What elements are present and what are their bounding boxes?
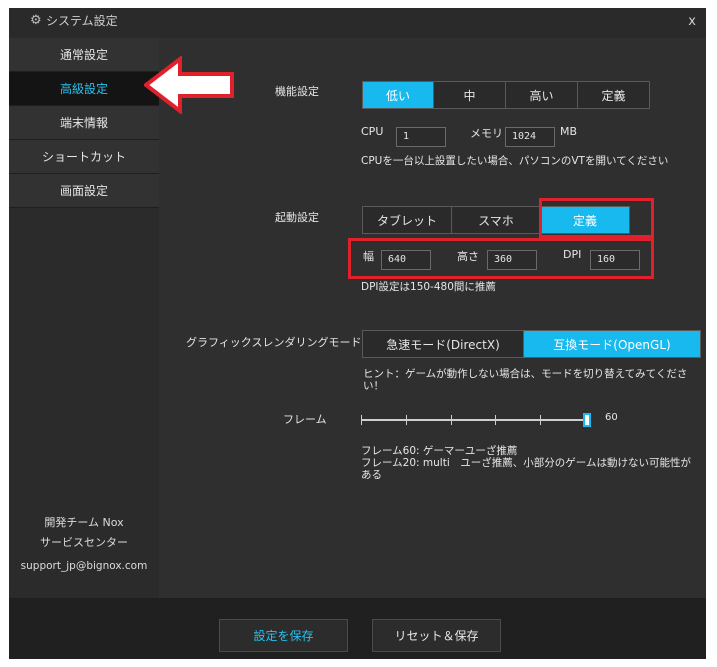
render-hint: ヒント：ゲームが動作しない場合は、モードを切り替えてみてください！ bbox=[363, 368, 688, 392]
sidebar-item-display[interactable]: 画面設定 bbox=[9, 174, 159, 208]
settings-window: ⚙ システム設定 x 通常設定 高級設定 端末情報 ショートカット 画面設定 開… bbox=[9, 8, 706, 659]
reset-save-button[interactable]: リセット＆保存 bbox=[372, 619, 501, 652]
sidebar-item-device-info[interactable]: 端末情報 bbox=[9, 106, 159, 140]
memory-input[interactable]: 1024 bbox=[505, 127, 555, 147]
team-name: 開発チーム Nox bbox=[44, 516, 124, 529]
memory-unit: MB bbox=[560, 125, 578, 138]
frame-tick bbox=[406, 415, 407, 425]
performance-label: 機能設定 bbox=[275, 85, 319, 98]
cpu-label: CPU bbox=[361, 125, 384, 138]
footer-bar: 設定を保存 リセット＆保存 bbox=[9, 598, 706, 659]
frame-tick bbox=[361, 415, 362, 425]
performance-segment: 低い 中 高い 定義 bbox=[362, 81, 650, 109]
sidebar-item-general[interactable]: 通常設定 bbox=[9, 38, 159, 72]
service-center: サービスセンター bbox=[40, 536, 128, 549]
render-segment: 急速モード(DirectX) 互換モード(OpenGL) bbox=[362, 330, 701, 358]
gear-icon: ⚙ bbox=[30, 13, 42, 28]
main-panel: 機能設定 低い 中 高い 定義 CPU 1 メモリ 1024 MB CPUを一台… bbox=[159, 38, 706, 598]
frame-slider-knob[interactable] bbox=[583, 413, 591, 427]
dpi-note: DPI設定は150-480間に推薦 bbox=[361, 281, 496, 293]
startup-option-tablet[interactable]: タブレット bbox=[363, 207, 452, 233]
window-title: システム設定 bbox=[46, 14, 118, 28]
highlight-custom-box bbox=[539, 198, 654, 238]
frame-tick bbox=[540, 415, 541, 425]
perf-option-low[interactable]: 低い bbox=[363, 82, 434, 108]
perf-option-custom[interactable]: 定義 bbox=[578, 82, 649, 108]
save-settings-button[interactable]: 設定を保存 bbox=[219, 619, 348, 652]
close-icon[interactable]: x bbox=[688, 14, 696, 29]
title-bar: ⚙ システム設定 x bbox=[9, 8, 706, 38]
frame-slider-track[interactable] bbox=[361, 419, 587, 421]
frame-value: 60 bbox=[605, 412, 618, 423]
perf-option-mid[interactable]: 中 bbox=[434, 82, 506, 108]
highlight-resolution-box bbox=[348, 238, 654, 279]
startup-label: 起動設定 bbox=[275, 211, 319, 224]
sidebar-item-advanced[interactable]: 高級設定 bbox=[9, 72, 159, 106]
startup-option-phone[interactable]: スマホ bbox=[452, 207, 541, 233]
support-email[interactable]: support_jp@bignox.com bbox=[9, 560, 159, 572]
cpu-note: CPUを一台以上設置したい場合、パソコンのVTを開いてください bbox=[361, 155, 669, 167]
sidebar: 通常設定 高級設定 端末情報 ショートカット 画面設定 開発チーム Nox サー… bbox=[9, 38, 159, 598]
frame-note-2: フレーム20: multi ユーざ推薦、小部分のゲームは動けない可能性が bbox=[361, 457, 691, 469]
cpu-input[interactable]: 1 bbox=[396, 127, 446, 147]
frame-label: フレーム bbox=[283, 413, 327, 426]
perf-option-high[interactable]: 高い bbox=[506, 82, 578, 108]
memory-label: メモリ bbox=[470, 127, 503, 140]
frame-note-1: フレーム60: ゲーマーユーざ推薦 bbox=[361, 445, 518, 457]
frame-tick bbox=[495, 415, 496, 425]
render-option-opengl[interactable]: 互換モード(OpenGL) bbox=[524, 331, 700, 357]
frame-note-3: ある bbox=[361, 469, 382, 481]
sidebar-item-shortcut[interactable]: ショートカット bbox=[9, 140, 159, 174]
render-option-directx[interactable]: 急速モード(DirectX) bbox=[363, 331, 524, 357]
render-mode-label: グラフィックスレンダリングモード bbox=[186, 336, 362, 349]
frame-tick bbox=[451, 415, 452, 425]
pointer-arrow-icon bbox=[144, 56, 234, 114]
